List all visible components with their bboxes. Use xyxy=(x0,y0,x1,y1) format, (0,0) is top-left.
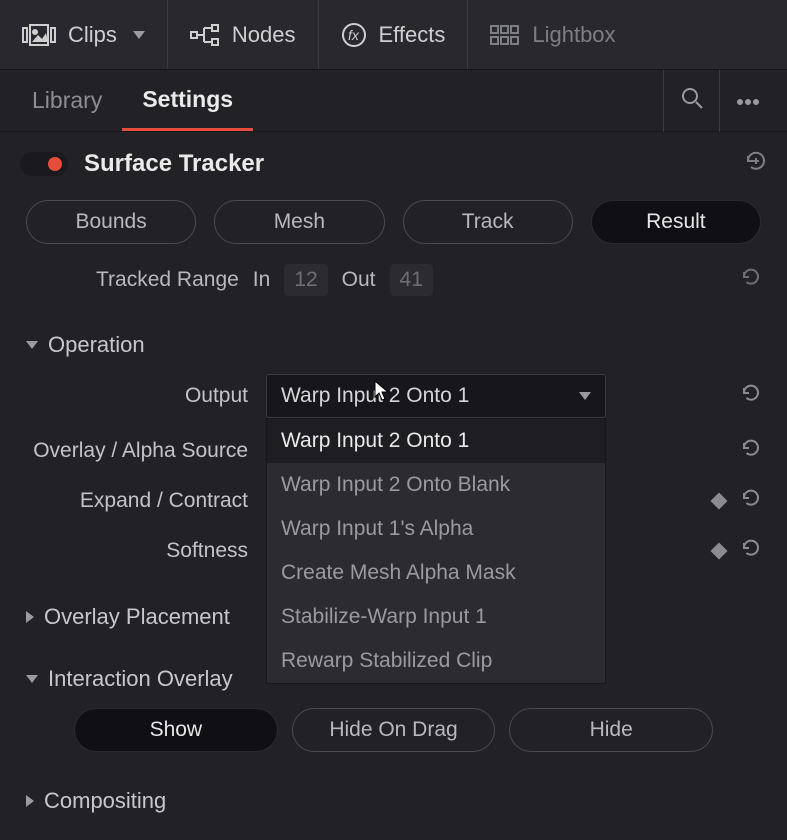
chevron-right-icon xyxy=(26,611,34,623)
tabs-row: Library Settings xyxy=(0,70,787,132)
pill-show[interactable]: Show xyxy=(74,708,278,752)
reset-icon xyxy=(741,269,761,292)
toolbar-nodes-label: Nodes xyxy=(232,22,296,48)
chevron-down-icon xyxy=(133,31,145,39)
nodes-icon xyxy=(190,24,220,46)
tracked-range-out-value[interactable]: 41 xyxy=(390,264,433,296)
tracked-range-label: Tracked Range xyxy=(96,268,239,292)
keyframe-button[interactable] xyxy=(711,543,728,560)
panel-reset-button[interactable] xyxy=(745,150,767,178)
group-compositing-header[interactable]: Compositing xyxy=(26,780,761,822)
toolbar-nodes[interactable]: Nodes xyxy=(168,0,319,69)
param-softness-label: Softness xyxy=(26,539,266,563)
toolbar-clips[interactable]: Clips xyxy=(0,0,168,69)
dropdown-option-5[interactable]: Rewarp Stabilized Clip xyxy=(267,639,605,683)
chevron-right-icon xyxy=(26,795,34,807)
mode-pills: Bounds Mesh Track Result xyxy=(0,188,787,252)
output-dropdown[interactable]: Warp Input 2 Onto 1 xyxy=(266,374,606,418)
toolbar-effects-label: Effects xyxy=(379,22,446,48)
dropdown-option-4[interactable]: Stabilize-Warp Input 1 xyxy=(267,595,605,639)
param-overlay-alpha-reset[interactable] xyxy=(741,438,761,464)
pill-hide[interactable]: Hide xyxy=(509,708,713,752)
pill-track[interactable]: Track xyxy=(403,200,573,244)
svg-text:fx: fx xyxy=(348,27,360,43)
param-output-label: Output xyxy=(26,384,266,408)
group-operation-label: Operation xyxy=(48,332,145,358)
toolbar-effects[interactable]: fx Effects xyxy=(319,0,469,69)
panel-header: Surface Tracker xyxy=(0,132,787,188)
tab-settings[interactable]: Settings xyxy=(122,70,253,131)
output-dropdown-menu: Warp Input 2 Onto 1 Warp Input 2 Onto Bl… xyxy=(266,418,606,684)
interaction-pills: Show Hide On Drag Hide xyxy=(26,700,761,760)
reset-icon xyxy=(741,491,761,513)
group-interaction-overlay-label: Interaction Overlay xyxy=(48,666,233,692)
tracked-range-row: Tracked Range In 12 Out 41 xyxy=(0,252,787,314)
toolbar-lightbox-label: Lightbox xyxy=(532,22,615,48)
pill-bounds[interactable]: Bounds xyxy=(26,200,196,244)
param-output: Output Warp Input 2 Onto 1 Warp Input 2 … xyxy=(26,366,761,426)
output-dropdown-value: Warp Input 2 Onto 1 xyxy=(281,384,469,408)
more-icon xyxy=(736,89,760,112)
reset-icon xyxy=(741,541,761,563)
dropdown-option-2[interactable]: Warp Input 1's Alpha xyxy=(267,507,605,551)
pill-result[interactable]: Result xyxy=(591,200,761,244)
param-expand-contract-label: Expand / Contract xyxy=(26,489,266,513)
search-button[interactable] xyxy=(663,70,719,132)
reset-icon xyxy=(741,441,761,463)
pill-hide-on-drag[interactable]: Hide On Drag xyxy=(292,708,496,752)
param-overlay-alpha-label: Overlay / Alpha Source xyxy=(26,439,266,463)
panel-title: Surface Tracker xyxy=(84,150,264,178)
top-toolbar: Clips Nodes fx Effects Lightbox xyxy=(0,0,787,70)
toolbar-clips-label: Clips xyxy=(68,22,117,48)
tab-library[interactable]: Library xyxy=(12,70,122,131)
group-operation-header[interactable]: Operation xyxy=(26,324,761,366)
group-operation: Operation Output Warp Input 2 Onto 1 War… xyxy=(0,314,787,586)
dropdown-option-0[interactable]: Warp Input 2 Onto 1 xyxy=(267,419,605,463)
effects-icon: fx xyxy=(341,22,367,48)
chevron-down-icon xyxy=(26,675,38,683)
reset-icon xyxy=(741,386,761,408)
tracked-range-in-label: In xyxy=(253,268,271,292)
reset-add-icon xyxy=(745,155,767,177)
param-expand-contract-reset[interactable] xyxy=(741,488,761,514)
dropdown-option-1[interactable]: Warp Input 2 Onto Blank xyxy=(267,463,605,507)
param-softness-reset[interactable] xyxy=(741,538,761,564)
toggle-dot xyxy=(48,157,62,171)
param-output-reset[interactable] xyxy=(741,383,761,409)
enable-toggle[interactable] xyxy=(20,152,68,176)
group-compositing-label: Compositing xyxy=(44,788,166,814)
group-compositing: Compositing xyxy=(0,770,787,832)
pill-mesh[interactable]: Mesh xyxy=(214,200,384,244)
tracked-range-in-value[interactable]: 12 xyxy=(284,264,327,296)
chevron-down-icon xyxy=(26,341,38,349)
lightbox-icon xyxy=(490,25,520,45)
chevron-down-icon xyxy=(579,392,591,400)
keyframe-button[interactable] xyxy=(711,493,728,510)
dropdown-option-3[interactable]: Create Mesh Alpha Mask xyxy=(267,551,605,595)
tracked-range-reset[interactable] xyxy=(741,267,761,293)
tracked-range-out-label: Out xyxy=(342,268,376,292)
clips-icon xyxy=(22,24,56,46)
search-icon xyxy=(681,87,703,115)
group-overlay-placement-label: Overlay Placement xyxy=(44,604,230,630)
more-button[interactable] xyxy=(719,70,775,132)
toolbar-lightbox[interactable]: Lightbox xyxy=(468,0,637,69)
